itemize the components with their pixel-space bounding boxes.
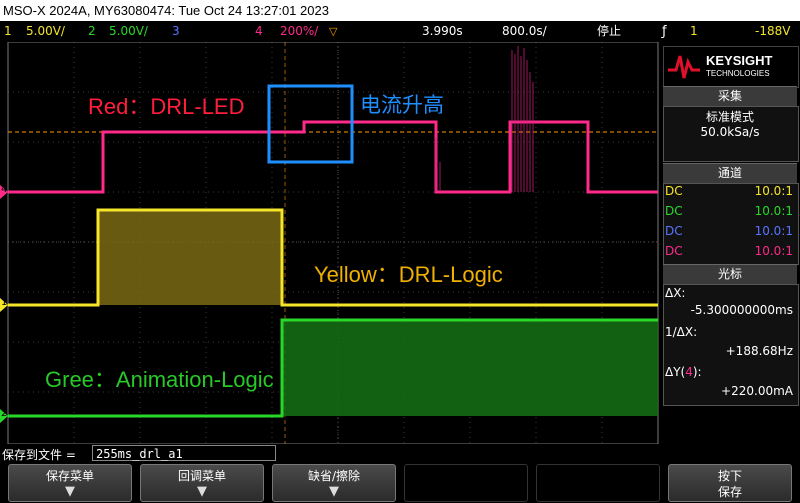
timebase-scale[interactable]: 800.0s/ [502,21,547,42]
cursor-dx-value: -5.300000000ms [690,303,793,317]
channels-section-title: 通道 [663,163,797,183]
ch4-scale[interactable]: 200%/ [280,21,318,42]
empty-softkey-4 [404,464,528,502]
cursor-dy-label-channel: 4 [685,365,693,379]
ch2-marker-label: 2 [1,408,8,419]
keysight-wave-icon [668,55,700,79]
ch4-probe: 10.0:1 [754,244,793,258]
acquisition-section-title: 采集 [663,86,797,106]
brand-name: KEYSIGHT [706,53,773,68]
annotation-current-rise: 电流升高 [360,93,444,117]
filename-field[interactable]: 255ms_drl_a1 [92,445,276,461]
window-title: MSO-X 2024A, MY63080474: Tue Oct 24 13:2… [3,3,329,18]
brand-subtitle: TECHNOLOGIES [706,69,770,78]
cursor-dy-value: +220.00mA [721,384,793,398]
annotation-yellow-drl-logic: Yellow：DRL-Logic [314,262,503,287]
ch2-high-fill [282,320,658,416]
ch4-marker-label: 4 [1,184,8,195]
ch1-marker-label: 1 [1,297,8,308]
cursor-inv-dx-label: 1/ΔX: [665,325,698,339]
ch2-coupling: DC [665,204,683,218]
default-erase-label: 缺省/擦除 [307,469,361,483]
save-menu-softkey[interactable]: 保存菜单 ▼ [8,464,132,502]
cursor-dy-label-prefix: ΔY( [665,365,686,379]
keysight-logo: KEYSIGHT TECHNOLOGIES [663,46,799,88]
recall-menu-softkey[interactable]: 回调菜单 ▼ [140,464,264,502]
ch1-scale[interactable]: 5.00V/ [26,21,65,42]
save-label: 保存 [717,485,742,499]
save-menu-label: 保存菜单 [45,469,94,483]
ch2-probe: 10.0:1 [754,204,793,218]
cursor-dy-label-suffix: ): [692,365,702,379]
run-state[interactable]: 停止 [597,21,621,42]
empty-softkey-5 [536,464,660,502]
acquisition-rate: 50.0kSa/s [700,125,760,139]
channel-row-2[interactable]: DC 10.0:1 [663,204,797,223]
ch1-number[interactable]: 1 [4,21,12,42]
down-arrow-icon: ▼ [329,484,339,499]
trigger-source[interactable]: 1 [690,21,698,42]
annotation-red-drl-led: Red：DRL-LED [88,94,245,119]
ch4-number[interactable]: 4 [255,21,263,42]
trigger-edge-icon: ƒ [662,24,667,39]
timebase-position[interactable]: 3.990s [422,21,463,42]
press-to-save-softkey[interactable]: 按下 保存 [668,464,792,502]
ch1-probe: 10.0:1 [754,184,793,198]
cursor-dy-label: ΔY(4): [665,365,799,379]
ch3-probe: 10.0:1 [754,224,793,238]
press-label: 按下 [717,469,742,483]
cursors-section-title: 光标 [663,264,797,284]
channel-row-4[interactable]: DC 10.0:1 [663,244,797,263]
ch1-high-fill [98,210,282,305]
ch2-number[interactable]: 2 [88,21,96,42]
cursor-inv-dx-value: +188.68Hz [725,344,793,358]
channel-row-3[interactable]: DC 10.0:1 [663,224,797,243]
down-arrow-icon: ▼ [197,484,207,499]
ch1-coupling: DC [665,184,683,198]
trigger-position-marker-icon: ▽ [329,25,338,38]
channel-row-1[interactable]: DC 10.0:1 [663,184,797,203]
ch3-number[interactable]: 3 [172,21,180,42]
ch3-coupling: DC [665,224,683,238]
save-to-file-label: 保存到文件 = [2,448,76,462]
acquisition-mode: 标准模式 [705,110,754,124]
title-bar: MSO-X 2024A, MY63080474: Tue Oct 24 13:2… [0,0,800,21]
annotation-green-animation-logic: Gree：Animation-Logic [45,367,274,392]
channel-status-bar: 1 5.00V/ 2 5.00V/ 3 4 200%/ ▽ 3.990s 800… [0,21,800,42]
ch2-scale[interactable]: 5.00V/ [109,21,148,42]
ch4-coupling: DC [665,244,683,258]
default-erase-softkey[interactable]: 缺省/擦除 ▼ [272,464,396,502]
recall-menu-label: 回调菜单 [177,469,226,483]
trigger-level[interactable]: -188V [755,21,790,42]
down-arrow-icon: ▼ [65,484,75,499]
cursor-dx-label: ΔX: [665,286,686,300]
